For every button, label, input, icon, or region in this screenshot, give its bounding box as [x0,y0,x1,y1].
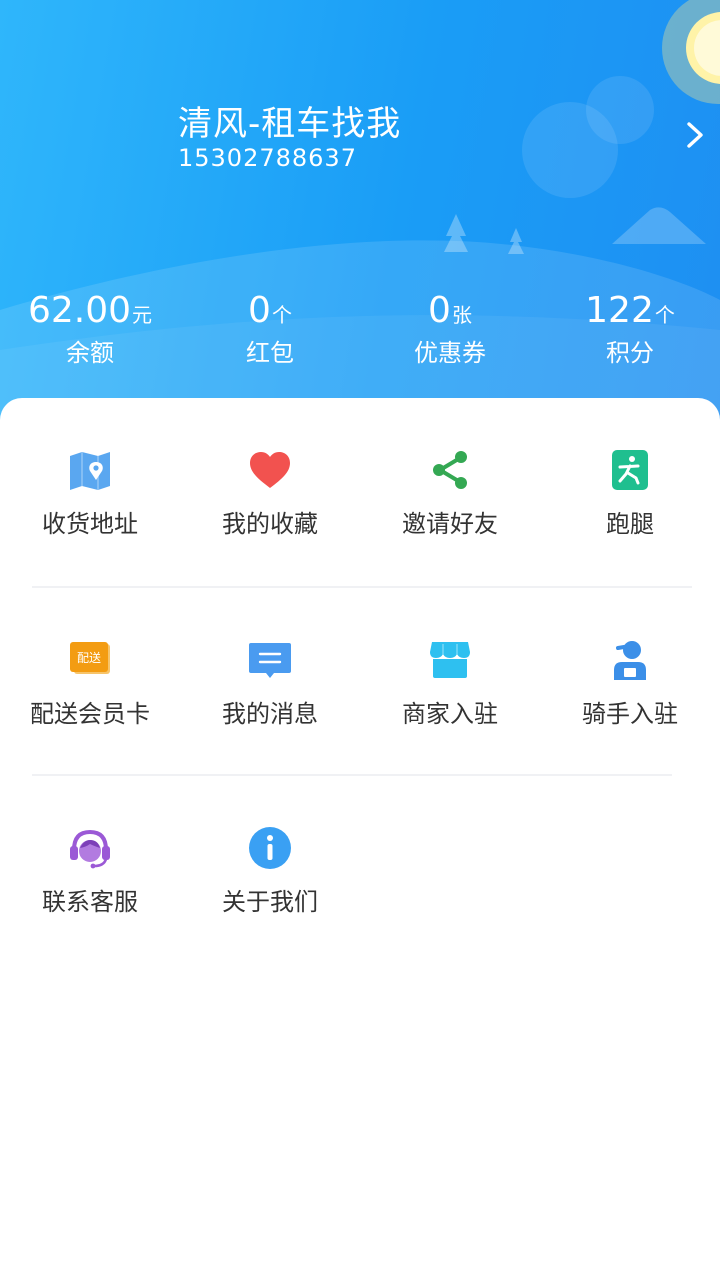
menu-row: 配送 配送会员卡 我的消息 商家入驻 骑手入驻 [0,618,720,768]
member-card-icon: 配送 [70,642,110,674]
stats-bar: 62.00元 余额 0个 红包 0张 优惠券 122个 积分 [0,288,720,378]
chevron-right-icon[interactable] [684,120,708,150]
card-badge-text: 配送 [77,650,101,665]
profile-header: 清风-租车找我 15302788637 62.00元 余额 0个 红包 0张 优… [0,0,720,440]
stat-label: 余额 [66,339,114,367]
menu-item-rider[interactable]: 骑手入驻 [540,618,720,768]
menu-item-label: 我的收藏 [222,510,318,538]
menu-item-label: 联系客服 [42,888,138,916]
divider [32,774,672,776]
stat-value: 62.00 [27,290,132,331]
menu-item-label: 收货地址 [42,510,138,538]
menu-panel: 收货地址 我的收藏 邀请好友 跑腿 配送 配送会员卡 我的消息 商家入驻 骑手入… [0,398,720,1280]
rider-icon [614,641,646,680]
menu-item-label: 骑手入驻 [582,700,678,728]
map-icon [70,452,110,490]
divider [32,586,692,588]
stat-unit: 张 [451,303,472,327]
menu-item-invite[interactable]: 邀请好友 [360,428,540,578]
user-name: 清风-租车找我 [178,104,402,144]
menu-item-label: 配送会员卡 [30,700,150,728]
headset-icon [70,829,110,869]
menu-row: 收货地址 我的收藏 邀请好友 跑腿 [0,428,720,578]
menu-item-member-card[interactable]: 配送 配送会员卡 [0,618,180,768]
stat-balance[interactable]: 62.00元 余额 [0,288,180,378]
menu-item-customer-service[interactable]: 联系客服 [0,806,180,956]
mountain [612,207,706,244]
stat-label: 优惠券 [414,339,486,367]
profile-page: 清风-租车找我 15302788637 62.00元 余额 0个 红包 0张 优… [0,0,720,1280]
message-icon [249,643,291,678]
menu-item-merchant[interactable]: 商家入驻 [360,618,540,768]
menu-item-label: 邀请好友 [402,510,498,538]
menu-item-label: 关于我们 [222,888,318,916]
store-icon [430,642,470,678]
stat-label: 红包 [246,339,294,367]
menu-item-favorites[interactable]: 我的收藏 [180,428,360,578]
stat-coupons[interactable]: 0张 优惠券 [360,288,540,378]
menu-item-messages[interactable]: 我的消息 [180,618,360,768]
share-icon [433,451,467,489]
stat-unit: 个 [654,303,675,327]
runner-icon [612,450,648,490]
stat-red-packet[interactable]: 0个 红包 [180,288,360,378]
stat-value: 0 [248,290,271,331]
stat-unit: 个 [271,303,292,327]
heart-icon [250,452,290,488]
menu-item-label: 商家入驻 [402,700,498,728]
user-phone: 15302788637 [178,144,357,172]
stat-label: 积分 [606,339,654,367]
stat-value: 0 [428,290,451,331]
stat-unit: 元 [132,303,153,327]
stat-points[interactable]: 122个 积分 [540,288,720,378]
stat-value: 122 [585,290,654,331]
menu-item-address[interactable]: 收货地址 [0,428,180,578]
menu-item-about[interactable]: 关于我们 [180,806,360,956]
menu-item-label: 我的消息 [222,700,318,728]
menu-row: 联系客服 关于我们 [0,806,720,956]
info-icon [249,827,291,869]
menu-item-label: 跑腿 [606,510,654,538]
menu-item-errand[interactable]: 跑腿 [540,428,720,578]
